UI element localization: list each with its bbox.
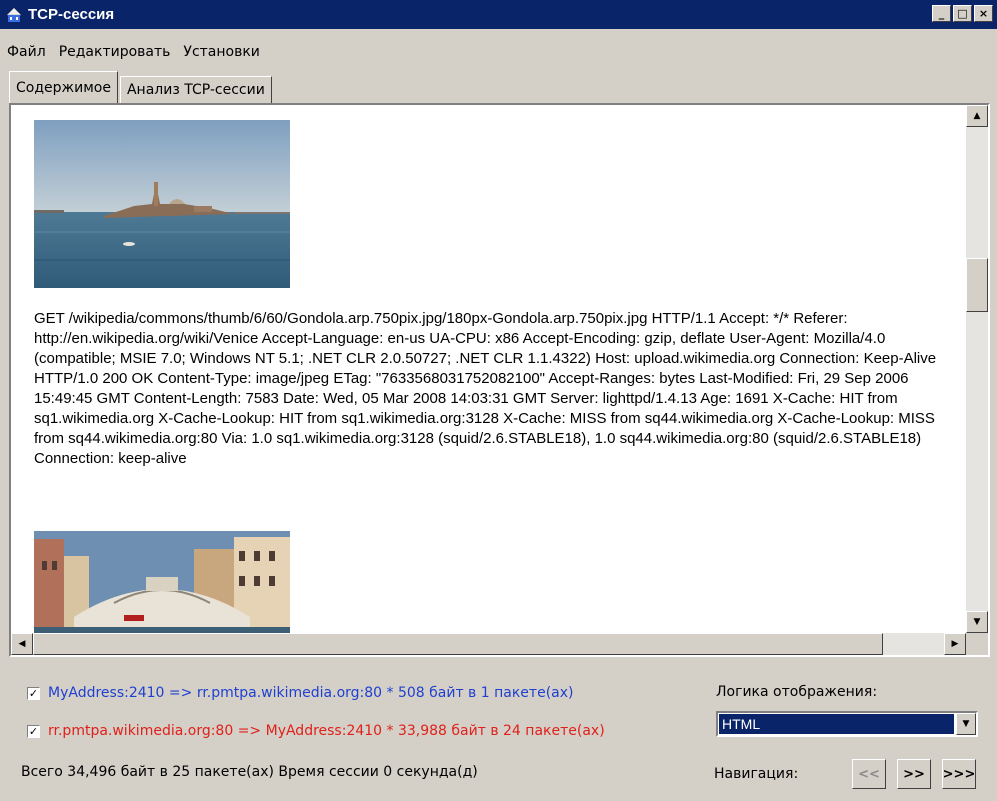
- menu-file[interactable]: Файл: [0, 44, 52, 60]
- scroll-up-button[interactable]: ▲: [966, 105, 988, 127]
- chevron-down-icon: ▼: [962, 719, 970, 729]
- minimize-button[interactable]: _: [932, 5, 951, 22]
- tab-strip: Содержимое Анализ TCP-сессии: [9, 70, 272, 103]
- display-logic-label: Логика отображения:: [716, 684, 878, 700]
- stream-row-incoming: ✓ rr.pmtpa.wikimedia.org:80 => MyAddress…: [27, 723, 605, 739]
- window-title: TCP-сессия: [28, 6, 115, 23]
- close-button[interactable]: ×: [974, 5, 993, 22]
- horizontal-scrollbar[interactable]: ◀ ▶: [11, 633, 966, 655]
- right-arrow-icon: ▶: [951, 639, 959, 649]
- tcp-session-window: TCP-сессия _ □ × Файл Редактировать Уста…: [0, 0, 997, 801]
- scrollbar-corner: [966, 633, 988, 655]
- navigation-label: Навигация:: [714, 766, 799, 782]
- content-viewport[interactable]: GET /wikipedia/commons/thumb/6/60/Gondol…: [11, 105, 966, 633]
- menu-settings[interactable]: Установки: [176, 44, 266, 60]
- horizontal-scroll-thumb[interactable]: [33, 633, 883, 655]
- tab-content[interactable]: Содержимое: [9, 71, 118, 103]
- vertical-scrollbar[interactable]: ▲ ▼: [966, 105, 988, 633]
- tab-tcp-analysis[interactable]: Анализ TCP-сессии: [119, 76, 272, 103]
- checkmark-icon: ✓: [28, 686, 39, 700]
- stream-label-incoming: rr.pmtpa.wikimedia.org:80 => MyAddress:2…: [48, 723, 605, 739]
- down-arrow-icon: ▼: [973, 617, 981, 627]
- menu-bar: Файл Редактировать Установки: [0, 40, 266, 64]
- nav-last-button[interactable]: >>>: [942, 759, 976, 789]
- nav-next-button[interactable]: >>: [897, 759, 931, 789]
- stream-label-outgoing: MyAddress:2410 => rr.pmtpa.wikimedia.org…: [48, 685, 574, 701]
- scroll-down-button[interactable]: ▼: [966, 611, 988, 633]
- nav-prev-button[interactable]: <<: [852, 759, 886, 789]
- http-headers-text: GET /wikipedia/commons/thumb/6/60/Gondol…: [34, 310, 937, 467]
- session-summary: Всего 34,496 байт в 25 пакете(ах) Время …: [21, 764, 478, 780]
- venice-island-image: [34, 120, 290, 288]
- display-logic-select[interactable]: HTML ▼: [716, 711, 978, 737]
- checkmark-icon: ✓: [28, 724, 39, 738]
- left-arrow-icon: ◀: [18, 639, 26, 649]
- dropdown-button[interactable]: ▼: [956, 713, 976, 735]
- display-logic-value: HTML: [719, 714, 954, 734]
- app-icon: [6, 7, 22, 22]
- rialto-bridge-image: [34, 531, 290, 633]
- stream-row-outgoing: ✓ MyAddress:2410 => rr.pmtpa.wikimedia.o…: [27, 685, 573, 701]
- maximize-button[interactable]: □: [953, 5, 972, 22]
- scroll-right-button[interactable]: ▶: [944, 633, 966, 655]
- stream-checkbox-outgoing[interactable]: ✓: [27, 686, 40, 700]
- content-panel: GET /wikipedia/commons/thumb/6/60/Gondol…: [9, 103, 990, 657]
- menu-edit[interactable]: Редактировать: [52, 44, 177, 60]
- scroll-left-button[interactable]: ◀: [11, 633, 33, 655]
- window-controls: _ □ ×: [932, 5, 993, 22]
- stream-checkbox-incoming[interactable]: ✓: [27, 724, 40, 738]
- vertical-scroll-thumb[interactable]: [966, 258, 988, 312]
- up-arrow-icon: ▲: [973, 111, 981, 121]
- title-bar[interactable]: TCP-сессия _ □ ×: [0, 0, 997, 29]
